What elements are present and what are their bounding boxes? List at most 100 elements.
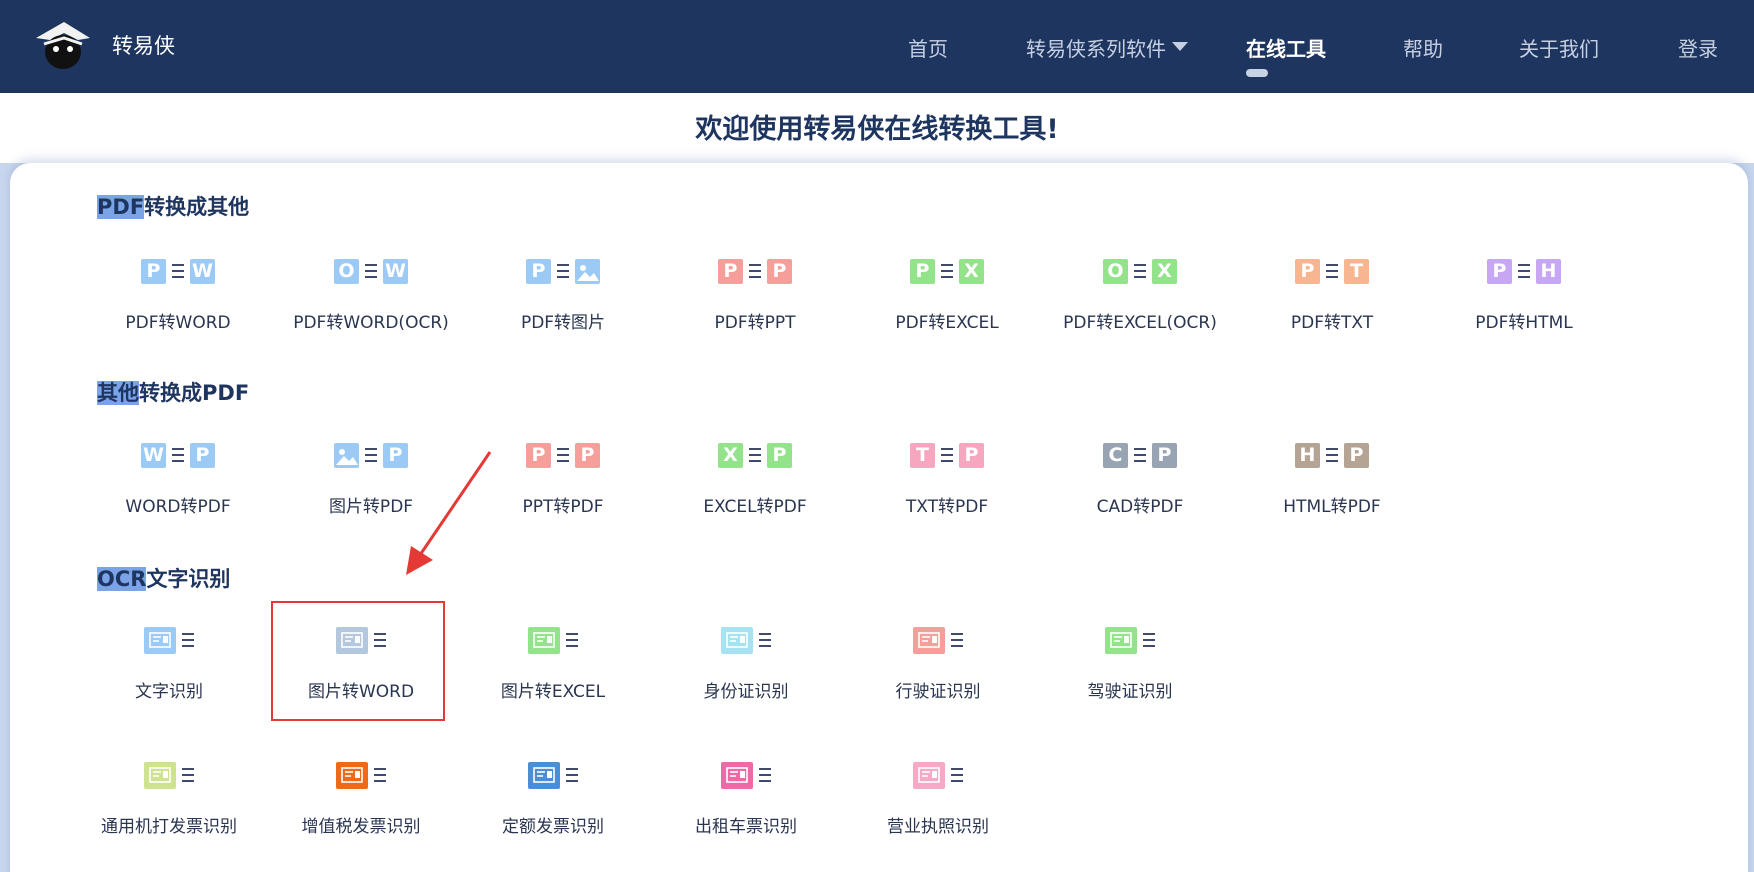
tool-label: 身份证识别: [703, 682, 789, 702]
convert-lines-icon: [749, 448, 761, 462]
convert-lines-icon: [365, 448, 377, 462]
conversion-icon: PT: [1295, 256, 1369, 286]
file-type-icon: P: [767, 442, 792, 468]
section-title-highlight: 其他: [97, 381, 139, 405]
tool-label: CAD转PDF: [1096, 497, 1184, 517]
nav-login[interactable]: 登录: [1678, 33, 1718, 62]
file-type-icon: T: [910, 442, 935, 468]
file-type-icon: T: [1344, 258, 1369, 284]
ocr-card-icon: [144, 761, 176, 789]
file-type-icon: H: [1295, 442, 1320, 468]
ocr-card-icon: [528, 626, 560, 654]
driver-license-icon: [1105, 625, 1155, 655]
file-type-icon: O: [1103, 258, 1128, 284]
brand-name[interactable]: 转易侠: [112, 30, 175, 60]
file-type-icon: P: [526, 258, 551, 284]
nav-help[interactable]: 帮助: [1403, 33, 1443, 62]
conversion-icon: P: [526, 256, 600, 286]
tool-item[interactable]: 行驶证识别: [842, 625, 1034, 735]
tool-label: 行驶证识别: [895, 682, 981, 702]
tool-item[interactable]: P PDF转图片: [467, 256, 659, 366]
file-type-icon: W: [141, 442, 166, 468]
tool-item[interactable]: 定额发票识别: [457, 760, 649, 870]
text-lines-icon: [759, 633, 771, 647]
tool-item[interactable]: P W PDF转WORD: [82, 256, 274, 366]
tool-item[interactable]: W P WORD转PDF: [82, 440, 274, 550]
tool-item[interactable]: H P HTML转PDF: [1236, 440, 1428, 550]
tool-label: TXT转PDF: [905, 497, 989, 517]
tool-item[interactable]: 身份证识别: [650, 625, 842, 735]
tool-item[interactable]: 文字识别: [73, 625, 265, 735]
tool-item[interactable]: 图片转EXCEL: [457, 625, 649, 735]
text-lines-icon: [182, 768, 194, 782]
tool-item[interactable]: P X PDF转EXCEL: [851, 256, 1043, 366]
tool-item[interactable]: P H PDF转HTML: [1428, 256, 1620, 366]
file-type-icon: P: [767, 258, 792, 284]
section-title-rest: 文字识别: [146, 567, 231, 591]
section-title-other-to-pdf: 其他转换成PDF: [97, 377, 249, 407]
section-title-ocr: OCR文字识别: [97, 563, 230, 593]
tool-item[interactable]: 增值税发票识别: [265, 760, 457, 870]
annotation-arrow-icon: [406, 451, 492, 575]
convert-lines-icon: [941, 448, 953, 462]
tool-item[interactable]: 营业执照识别: [842, 760, 1034, 870]
nav-about-us[interactable]: 关于我们: [1519, 33, 1599, 62]
tool-label: 营业执照识别: [887, 817, 989, 837]
file-type-icon: C: [1103, 442, 1128, 468]
convert-lines-icon: [1326, 448, 1338, 462]
tool-item[interactable]: C P CAD转PDF: [1044, 440, 1236, 550]
ocr-card-icon: [336, 761, 368, 789]
text-lines-icon: [182, 633, 194, 647]
file-type-icon: O: [334, 258, 359, 284]
tool-item[interactable]: X P EXCEL转PDF: [659, 440, 851, 550]
tool-item[interactable]: P T PDF转TXT: [1236, 256, 1428, 366]
tool-item[interactable]: O W PDF转WORD(OCR): [275, 256, 467, 366]
brand-logo-icon[interactable]: [34, 18, 92, 72]
convert-lines-icon: [1134, 448, 1146, 462]
tool-item[interactable]: 通用机打发票识别: [73, 760, 265, 870]
tool-label: 出租车票识别: [695, 817, 797, 837]
convert-lines-icon: [172, 264, 184, 278]
file-type-icon: P: [526, 442, 551, 468]
tool-item[interactable]: 出租车票识别: [650, 760, 842, 870]
file-type-icon: P: [1152, 442, 1177, 468]
file-type-icon: P: [1295, 258, 1320, 284]
tool-label: PDF转EXCEL: [895, 313, 999, 333]
id-card-icon: [721, 625, 771, 655]
file-type-icon: P: [1344, 442, 1369, 468]
tool-item[interactable]: O X PDF转EXCEL(OCR): [1044, 256, 1236, 366]
file-type-icon: H: [1536, 258, 1561, 284]
nav-software-series[interactable]: 转易侠系列软件: [1026, 33, 1188, 62]
ocr-card-icon: [913, 626, 945, 654]
section-title-highlight: PDF: [97, 195, 145, 219]
section-title-rest: 转换成PDF: [139, 381, 250, 405]
convert-lines-icon: [172, 448, 184, 462]
file-type-icon: P: [910, 258, 935, 284]
tool-label: 驾驶证识别: [1087, 682, 1173, 702]
tool-label: HTML转PDF: [1283, 497, 1381, 517]
convert-lines-icon: [1134, 264, 1146, 278]
conversion-icon: PX: [910, 256, 984, 286]
tool-item[interactable]: P P PDF转PPT: [659, 256, 851, 366]
ocr-card-icon: [913, 761, 945, 789]
text-recognition-icon: [144, 625, 194, 655]
file-type-icon: P: [141, 258, 166, 284]
text-lines-icon: [1143, 633, 1155, 647]
image-to-excel-icon: [528, 625, 578, 655]
text-lines-icon: [566, 768, 578, 782]
quota-invoice-icon: [528, 760, 578, 790]
tool-label: PDF转PPT: [714, 313, 796, 333]
tool-item[interactable]: T P TXT转PDF: [851, 440, 1043, 550]
file-type-icon: P: [1487, 258, 1512, 284]
tool-label: 增值税发票识别: [301, 817, 421, 837]
text-lines-icon: [951, 768, 963, 782]
conversion-icon: TP: [910, 440, 984, 470]
business-license-icon: [913, 760, 963, 790]
nav-home[interactable]: 首页: [908, 33, 948, 62]
tool-label: 文字识别: [135, 682, 203, 702]
tool-item[interactable]: 驾驶证识别: [1034, 625, 1226, 735]
conversion-icon: XP: [718, 440, 792, 470]
nav-online-tools[interactable]: 在线工具: [1246, 33, 1326, 62]
text-lines-icon: [566, 633, 578, 647]
conversion-icon: WP: [141, 440, 215, 470]
